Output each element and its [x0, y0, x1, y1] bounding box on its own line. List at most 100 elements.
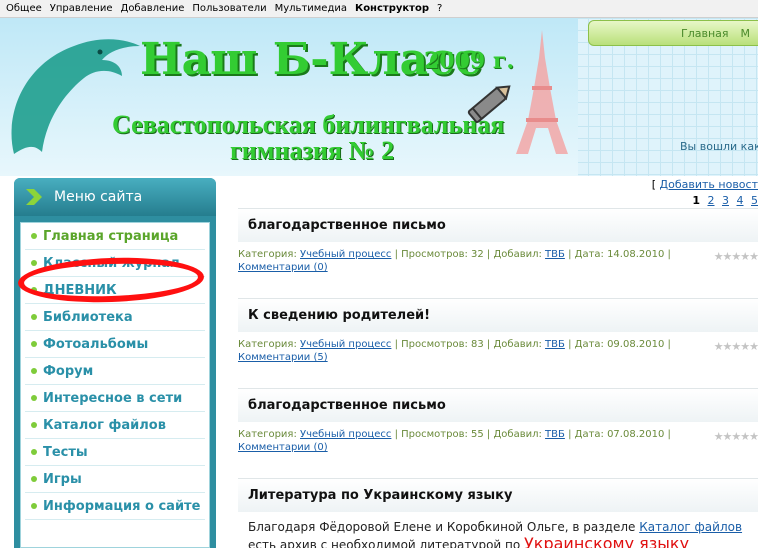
add-news-link[interactable]: Добавить новост	[660, 178, 758, 191]
sidebar-item-home[interactable]: Главная страница	[25, 223, 205, 250]
bullet-icon	[31, 368, 37, 374]
views-text: | Просмотров: 83 | Добавил:	[394, 339, 542, 350]
news-entry: благодарственное письмо Категория: Учебн…	[238, 208, 758, 274]
excerpt-text: есть архив с необходимой литературой по	[248, 538, 521, 548]
views-text: | Просмотров: 55 | Добавил:	[394, 429, 542, 440]
arrow-right-icon	[26, 189, 42, 205]
entry-meta: Категория: Учебный процесс | Просмотров:…	[238, 428, 708, 454]
pagination: 1 2 3 4 5	[688, 194, 758, 207]
comments-link[interactable]: Комментарии (0)	[238, 442, 328, 453]
sidebar-item-label: Классный журнал	[43, 255, 180, 271]
date-text: | Дата: 14.08.2010 |	[568, 249, 671, 260]
nav-home-link[interactable]: Главная	[681, 27, 729, 40]
news-entry: Литература по Украинскому языку Благодар…	[238, 478, 758, 548]
page-current: 1	[692, 194, 700, 207]
sidebar-item-file-catalog[interactable]: Каталог файлов	[25, 412, 205, 439]
sidebar-title: Меню сайта	[54, 189, 143, 205]
bullet-icon	[31, 314, 37, 320]
category-label: Категория:	[238, 249, 297, 260]
rating-stars-icon[interactable]: ★★★★★	[714, 340, 758, 353]
sidebar-item-diary[interactable]: ДНЕВНИК	[25, 277, 205, 304]
admin-toolbar: Общее Управление Добавление Пользователи…	[0, 0, 758, 18]
category-link[interactable]: Учебный процесс	[300, 339, 391, 350]
toolbar-item-add[interactable]: Добавление	[121, 3, 185, 14]
sidebar-item-class-journal[interactable]: Классный журнал	[25, 250, 205, 277]
date-text: | Дата: 09.08.2010 |	[568, 339, 671, 350]
sidebar-item-forum[interactable]: Форум	[25, 358, 205, 385]
toolbar-item-management[interactable]: Управление	[50, 3, 113, 14]
comments-link[interactable]: Комментарии (0)	[238, 262, 328, 273]
sidebar-item-label: Интересное в сети	[43, 390, 183, 406]
bullet-icon	[31, 233, 37, 239]
entry-meta: Категория: Учебный процесс | Просмотров:…	[238, 248, 708, 274]
sidebar-item-label: ДНЕВНИК	[43, 282, 117, 298]
bullet-icon	[31, 503, 37, 509]
sidebar-item-label: Фотоальбомы	[43, 336, 149, 352]
author-link[interactable]: ТВБ	[545, 249, 565, 260]
toolbar-item-multimedia[interactable]: Мультимедиа	[275, 3, 347, 14]
site-banner: Наш Б-Класс 2009 г. Севастопольская били…	[0, 18, 578, 176]
date-text: | Дата: 07.08.2010 |	[568, 429, 671, 440]
pencil-icon	[467, 85, 511, 123]
bullet-icon	[31, 476, 37, 482]
main-content: [ Добавить новост 1 2 3 4 5 благодарстве…	[222, 176, 758, 548]
file-catalog-link[interactable]: Каталог файлов	[639, 520, 742, 534]
toolbar-item-general[interactable]: Общее	[6, 3, 42, 14]
toolbar-item-help[interactable]: ?	[437, 3, 442, 14]
entry-meta: Категория: Учебный процесс | Просмотров:…	[238, 338, 708, 364]
entry-title[interactable]: благодарственное письмо	[238, 388, 758, 422]
bullet-icon	[31, 395, 37, 401]
page-link[interactable]: 4	[737, 194, 744, 207]
news-entry: К сведению родителей! Категория: Учебный…	[238, 298, 758, 364]
category-label: Категория:	[238, 339, 297, 350]
sidebar-item-library[interactable]: Библиотека	[25, 304, 205, 331]
bracket-text: [	[651, 178, 657, 191]
entry-title[interactable]: К сведению родителей!	[238, 298, 758, 332]
views-text: | Просмотров: 32 | Добавил:	[394, 249, 542, 260]
comments-link[interactable]: Комментарии (5)	[238, 352, 328, 363]
sidebar-item-label: Игры	[43, 471, 82, 487]
bullet-icon	[31, 341, 37, 347]
eiffel-tower-icon	[516, 30, 568, 154]
bullet-icon	[31, 449, 37, 455]
top-nav-tab: Главная М	[588, 20, 758, 46]
page-link[interactable]: 3	[722, 194, 729, 207]
category-link[interactable]: Учебный процесс	[300, 249, 391, 260]
news-entry: благодарственное письмо Категория: Учебн…	[238, 388, 758, 454]
sidebar-menu-block: Меню сайта Главная страница Классный жур…	[14, 178, 216, 548]
category-link[interactable]: Учебный процесс	[300, 429, 391, 440]
author-link[interactable]: ТВБ	[545, 429, 565, 440]
sidebar-item-site-info[interactable]: Информация о сайте	[25, 493, 205, 520]
bullet-icon	[31, 260, 37, 266]
toolbar-item-constructor[interactable]: Конструктор	[355, 3, 429, 14]
sidebar-menu: Главная страница Классный журнал ДНЕВНИК…	[20, 222, 210, 548]
sidebar-item-label: Тесты	[43, 444, 88, 460]
nav-more-link[interactable]: М	[741, 27, 751, 40]
sidebar-item-tests[interactable]: Тесты	[25, 439, 205, 466]
page-link[interactable]: 5	[751, 194, 758, 207]
bullet-icon	[31, 287, 37, 293]
add-news: [ Добавить новост	[652, 178, 758, 191]
rating-stars-icon[interactable]: ★★★★★	[714, 250, 758, 263]
sidebar-item-interesting-links[interactable]: Интересное в сети	[25, 385, 205, 412]
dolphin-logo-icon	[11, 39, 140, 154]
site-subtitle-line2: гимназия № 2	[230, 136, 395, 165]
rating-stars-icon[interactable]: ★★★★★	[714, 430, 758, 443]
toolbar-item-users[interactable]: Пользователи	[192, 3, 266, 14]
entry-title[interactable]: Литература по Украинскому языку	[238, 478, 758, 512]
sidebar-item-photo-albums[interactable]: Фотоальбомы	[25, 331, 205, 358]
sidebar-item-label: Библиотека	[43, 309, 133, 325]
site-header: Наш Б-Класс 2009 г. Севастопольская били…	[0, 18, 758, 176]
sidebar-item-label: Форум	[43, 363, 94, 379]
author-link[interactable]: ТВБ	[545, 339, 565, 350]
sidebar-item-label: Главная страница	[43, 228, 179, 244]
sidebar-item-games[interactable]: Игры	[25, 466, 205, 493]
entry-excerpt: Благодаря Фёдоровой Елене и Коробкиной О…	[238, 520, 758, 548]
page-link[interactable]: 2	[708, 194, 715, 207]
sidebar-item-label: Информация о сайте	[43, 498, 201, 514]
entry-title[interactable]: благодарственное письмо	[238, 208, 758, 242]
login-status: Вы вошли как	[680, 140, 758, 153]
excerpt-text: Благодаря Фёдоровой Елене и Коробкиной О…	[248, 520, 636, 534]
sidebar-item-label: Каталог файлов	[43, 417, 166, 433]
category-label: Категория:	[238, 429, 297, 440]
